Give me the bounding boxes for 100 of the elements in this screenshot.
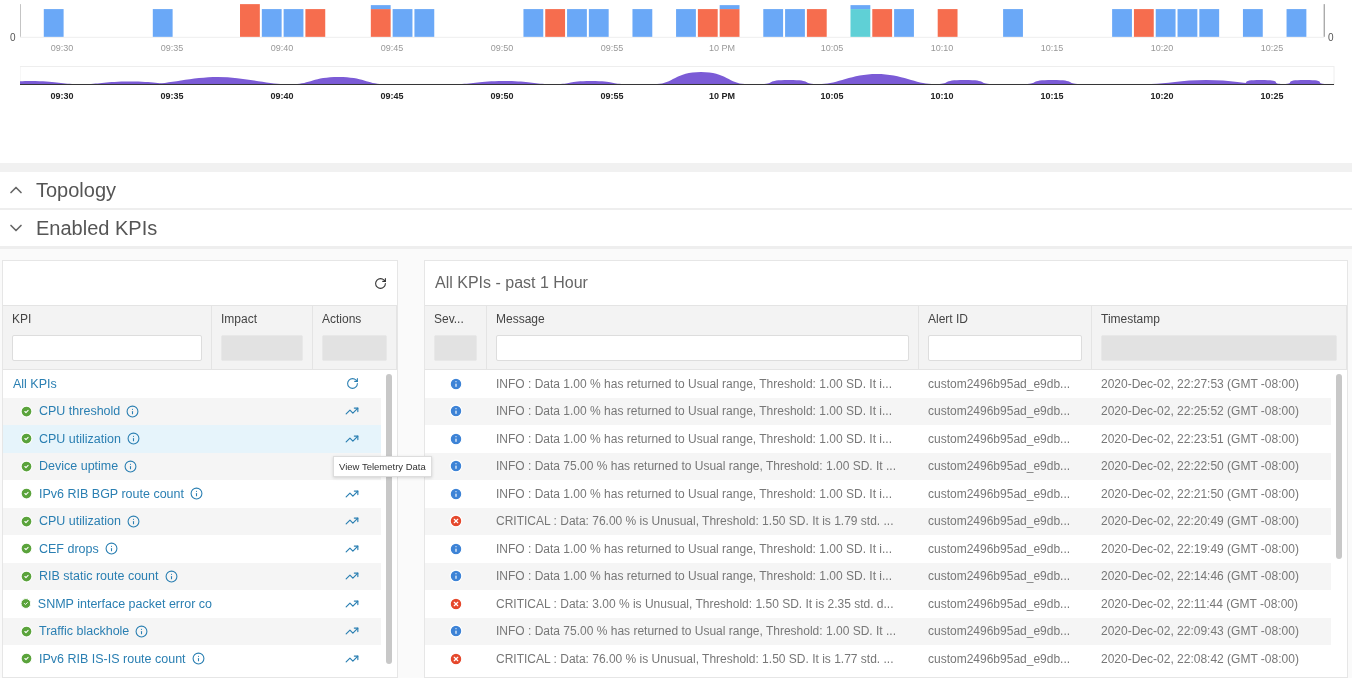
kpi-row[interactable]: RIB static route count	[3, 562, 381, 590]
kpi-row[interactable]: CPU utilization	[3, 507, 381, 535]
message-cell-text: INFO : Data 1.00 % has returned to Usual range, Threshold: 1.00 SD. It i...	[495, 431, 893, 446]
message-cell-text: INFO : Data 1.00 % has returned to Usual range, Threshold: 1.00 SD. It i...	[495, 541, 893, 556]
message-cell-text: INFO : Data 75.00 % has returned to Usual range, Threshold: 1.00 SD. It ...	[495, 624, 897, 639]
kpi-row[interactable]: CPU threshold	[3, 397, 381, 425]
axis-label: 0	[10, 32, 17, 43]
panel-title: All KPIs - past 1 Hour	[435, 274, 588, 292]
kpi-name[interactable]: IPv6 RIB BGP route count	[39, 486, 184, 501]
timestamp-cell-text: 2020-Dec-02, 22:27:53 (GMT -08:00)	[1100, 376, 1300, 391]
kpi-row[interactable]: CPU utilization	[3, 425, 381, 453]
filter-field[interactable]	[12, 335, 202, 361]
alert-id-cell-text: custom2496b95ad_e9db...	[927, 596, 1072, 611]
info-icon[interactable]	[127, 432, 140, 446]
alert-id-cell-text: custom2496b95ad_e9db...	[927, 376, 1072, 391]
timestamp-cell-text: 2020-Dec-02, 22:22:50 (GMT -08:00)	[1100, 459, 1300, 474]
time-label: 10:05	[819, 43, 845, 53]
time-label: 10:05	[819, 91, 845, 101]
info-icon[interactable]	[190, 487, 203, 501]
column-header[interactable]: Message	[496, 312, 909, 326]
alert-id-cell-text: custom2496b95ad_e9db...	[927, 514, 1072, 529]
message-cell-text: CRITICAL : Data: 3.00 % is Unusual, Threshold: 1.50 SD. It is 2.35 std. d...	[495, 596, 895, 611]
column-header[interactable]: Actions	[322, 312, 387, 326]
message-cell-text: INFO : Data 1.00 % has returned to Usual range, Threshold: 1.00 SD. It i...	[495, 376, 893, 391]
time-label: 09:45	[379, 91, 405, 101]
time-label: 09:40	[269, 91, 295, 101]
check-icon	[20, 432, 33, 446]
check-icon	[20, 542, 33, 556]
time-label: 10:25	[1259, 43, 1285, 53]
timestamp-cell-text: 2020-Dec-02, 22:21:50 (GMT -08:00)	[1100, 486, 1300, 501]
check-icon	[20, 404, 33, 418]
check-icon	[20, 569, 33, 583]
message-cell-text: INFO : Data 1.00 % has returned to Usual range, Threshold: 1.00 SD. It i...	[495, 486, 893, 501]
time-label: 09:30	[49, 91, 75, 101]
column-header[interactable]: Impact	[221, 312, 303, 326]
timestamp-cell-text: 2020-Dec-02, 22:19:49 (GMT -08:00)	[1100, 541, 1300, 556]
kpi-name[interactable]: SNMP interface packet error co	[37, 596, 212, 611]
message-cell-text: CRITICAL : Data: 76.00 % is Unusual, Threshold: 1.50 SD. It is 1.77 std. ...	[495, 651, 895, 666]
time-label: 10 PM	[708, 43, 736, 53]
kpi-name[interactable]: CPU utilization	[39, 431, 121, 446]
timestamp-cell-text: 2020-Dec-02, 22:08:42 (GMT -08:00)	[1100, 651, 1300, 666]
alert-id-cell-text: custom2496b95ad_e9db...	[927, 404, 1072, 419]
filter-field[interactable]	[928, 335, 1082, 361]
section-title: Enabled KPIs	[36, 216, 158, 240]
kpi-row[interactable]: Traffic blackhole	[3, 617, 381, 645]
time-label: 10 PM	[708, 91, 736, 101]
kpi-name[interactable]: CPU threshold	[39, 404, 121, 419]
info-icon[interactable]	[104, 542, 118, 556]
check-icon	[20, 487, 33, 501]
alert-id-cell-text: custom2496b95ad_e9db...	[927, 624, 1072, 639]
alert-id-cell-text: custom2496b95ad_e9db...	[927, 651, 1072, 666]
info-icon[interactable]	[127, 514, 140, 528]
alert-id-cell-text: custom2496b95ad_e9db...	[927, 459, 1072, 474]
section-header[interactable]: Topology	[0, 172, 1352, 210]
kpi-group-name[interactable]: All KPIs	[3, 376, 212, 391]
info-icon[interactable]	[191, 652, 205, 666]
column-header[interactable]: Alert ID	[928, 312, 1082, 326]
message-cell-text: CRITICAL : Data: 76.00 % is Unusual, Threshold: 1.50 SD. It is 1.79 std. ...	[495, 514, 895, 529]
timestamp-cell-text: 2020-Dec-02, 22:25:52 (GMT -08:00)	[1100, 404, 1300, 419]
time-label: 10:10	[929, 43, 955, 53]
time-label: 09:35	[159, 43, 185, 53]
time-label: 10:15	[1039, 43, 1065, 53]
time-label: 10:25	[1259, 91, 1285, 101]
info-icon[interactable]	[135, 624, 149, 638]
filter-field[interactable]	[496, 335, 909, 361]
kpi-name[interactable]: RIB static route count	[39, 569, 159, 584]
time-label: 10:15	[1039, 91, 1065, 101]
time-label: 09:40	[269, 43, 295, 53]
scrollbar[interactable]	[1336, 374, 1342, 559]
alert-id-cell-text: custom2496b95ad_e9db...	[927, 431, 1072, 446]
timestamp-cell-text: 2020-Dec-02, 22:09:43 (GMT -08:00)	[1100, 624, 1300, 639]
info-icon[interactable]	[124, 459, 138, 473]
info-icon[interactable]	[164, 569, 178, 583]
timestamp-cell-text: 2020-Dec-02, 22:14:46 (GMT -08:00)	[1100, 569, 1300, 584]
check-icon	[20, 652, 33, 666]
alert-id-cell-text: custom2496b95ad_e9db...	[927, 486, 1072, 501]
kpi-name[interactable]: Device uptime	[39, 459, 119, 474]
timestamp-cell-text: 2020-Dec-02, 22:23:51 (GMT -08:00)	[1100, 431, 1300, 446]
column-header[interactable]: Sev...	[434, 312, 477, 326]
check-icon	[20, 514, 33, 528]
check-icon	[20, 624, 33, 638]
info-icon[interactable]	[126, 404, 140, 418]
time-label: 09:50	[489, 43, 515, 53]
refresh-icon[interactable]	[374, 276, 387, 290]
time-label: 09:35	[159, 91, 185, 101]
kpi-name[interactable]: CPU utilization	[39, 514, 121, 529]
time-label: 09:55	[599, 91, 625, 101]
time-label: 09:45	[379, 43, 405, 53]
check-icon	[20, 459, 33, 473]
timestamp-cell-text: 2020-Dec-02, 22:20:49 (GMT -08:00)	[1100, 514, 1300, 529]
alert-id-cell-text: custom2496b95ad_e9db...	[927, 569, 1072, 584]
kpi-name[interactable]: Traffic blackhole	[39, 624, 130, 639]
message-cell-text: INFO : Data 1.00 % has returned to Usual range, Threshold: 1.00 SD. It i...	[495, 569, 893, 584]
column-header[interactable]: Timestamp	[1101, 312, 1337, 326]
alert-id-cell-text: custom2496b95ad_e9db...	[927, 541, 1072, 556]
time-label: 09:55	[599, 43, 625, 53]
kpi-name[interactable]: CEF drops	[39, 541, 99, 556]
column-header[interactable]: KPI	[12, 312, 202, 326]
message-cell-text: INFO : Data 75.00 % has returned to Usual range, Threshold: 1.00 SD. It ...	[495, 459, 897, 474]
kpi-name[interactable]: IPv6 RIB IS-IS route count	[39, 651, 186, 666]
